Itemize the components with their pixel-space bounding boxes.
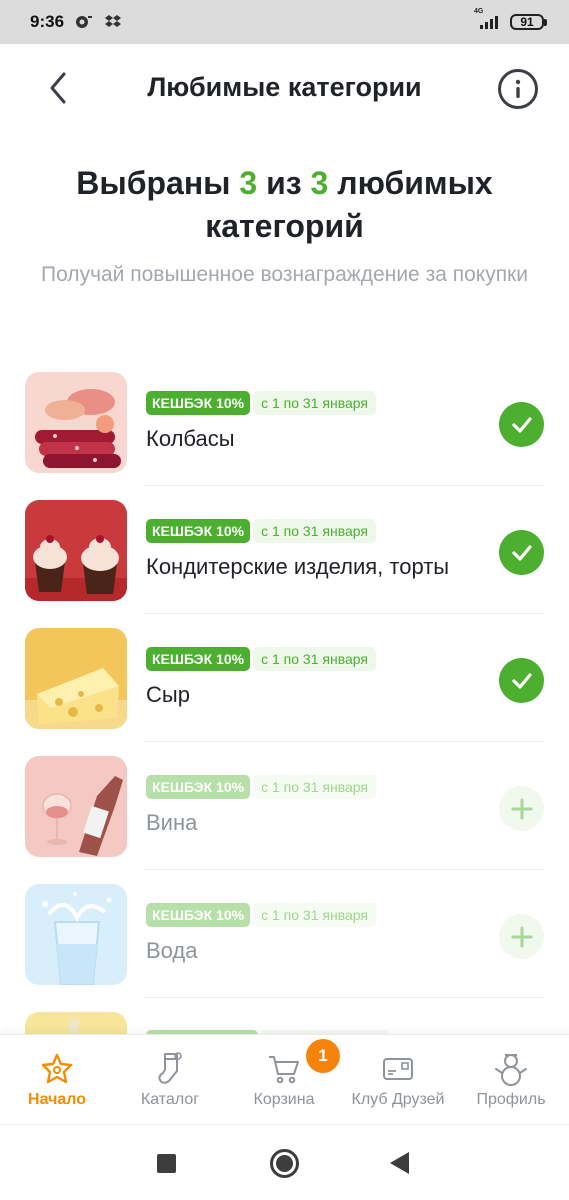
nav-label: Профиль (476, 1091, 546, 1108)
battery-icon: 91 (510, 14, 547, 30)
nav-catalog[interactable]: Каталог (130, 1035, 210, 1125)
bottom-navigation: Начало Каталог Корзина 1 Клуб Друзей Про… (0, 1034, 569, 1124)
star-home-icon (40, 1051, 74, 1087)
cashback-badge: КЕШБЭК 10% (146, 519, 251, 543)
cashback-period: с 1 по 31 января (253, 647, 376, 671)
cashback-badge: КЕШБЭК 10% (146, 391, 251, 415)
category-name: Вина (146, 810, 198, 835)
category-name: Вода (146, 938, 198, 963)
network-type: 4G (474, 8, 484, 15)
stocking-icon (155, 1051, 185, 1087)
heading-text: Выбраны (76, 165, 240, 201)
cashback-period: с 1 по 31 января (253, 391, 376, 415)
cashback-period: с 1 по 31 января (253, 775, 376, 799)
selected-count: 3 (239, 165, 258, 201)
cart-icon (267, 1051, 301, 1087)
selection-heading: Выбраны 3 из 3 любимых категорий (30, 162, 539, 248)
signal-icon: 4G (474, 8, 502, 30)
cashback-row: КЕШБЭК 10% с 1 по 31 января (146, 775, 376, 799)
selected-toggle-button[interactable] (499, 402, 544, 447)
plus-icon (511, 926, 532, 947)
nav-cart[interactable]: Корзина 1 (244, 1035, 340, 1125)
subheading: Получай повышенное вознаграждение за пок… (41, 263, 528, 286)
check-icon (511, 672, 532, 689)
nav-label: Начало (28, 1091, 86, 1108)
selected-toggle-button[interactable] (499, 658, 544, 703)
cashback-badge: КЕШБЭК 10% (146, 775, 251, 799)
card-icon (382, 1051, 414, 1087)
category-list: КЕШБЭК 10% с 1 по 31 января Колбасы КЕШБ… (0, 358, 569, 1058)
check-icon (511, 416, 532, 433)
app-header: Любимые категории (0, 44, 569, 134)
category-item[interactable]: КЕШБЭК 10% с 1 по 31 января Вина (0, 742, 569, 870)
category-item[interactable]: КЕШБЭК 10% с 1 по 31 января Колбасы (0, 358, 569, 486)
status-bar: 9:36 4G 91 (0, 0, 569, 44)
snowman-icon (494, 1051, 528, 1087)
cashback-row: КЕШБЭК 10% с 1 по 31 января (146, 903, 376, 927)
category-image-water (25, 884, 127, 985)
category-name: Сыр (146, 682, 190, 707)
cashback-badge: КЕШБЭК 10% (146, 647, 251, 671)
cashback-badge: КЕШБЭК 10% (146, 903, 251, 927)
dropbox-icon (104, 14, 122, 30)
category-image-cheese (25, 628, 127, 729)
nav-profile[interactable]: Профиль (470, 1035, 552, 1125)
nav-label: Корзина (253, 1091, 315, 1108)
cashback-row: КЕШБЭК 10% с 1 по 31 января (146, 519, 376, 543)
category-name: Колбасы (146, 426, 235, 451)
heading-text: из (257, 165, 311, 201)
category-item[interactable]: КЕШБЭК 10% с 1 по 31 января Кондитерские… (0, 486, 569, 614)
nav-label: Каталог (140, 1091, 200, 1108)
category-image-sausages (25, 372, 127, 473)
info-button[interactable] (498, 69, 538, 109)
total-count: 3 (310, 165, 329, 201)
home-button[interactable] (270, 1149, 299, 1178)
category-item[interactable]: КЕШБЭК 10% с 1 по 31 января Вода (0, 870, 569, 998)
add-category-button[interactable] (499, 914, 544, 959)
selected-toggle-button[interactable] (499, 530, 544, 575)
recent-apps-button[interactable] (157, 1154, 176, 1173)
notification-icon (74, 14, 94, 30)
check-icon (511, 544, 532, 561)
battery-level: 91 (510, 14, 544, 30)
nav-home[interactable]: Начало (18, 1035, 96, 1125)
cashback-row: КЕШБЭК 10% с 1 по 31 января (146, 647, 376, 671)
plus-icon (511, 798, 532, 819)
category-image-cupcakes (25, 500, 127, 601)
category-image-wine (25, 756, 127, 857)
system-back-button[interactable] (390, 1152, 409, 1174)
category-item[interactable]: КЕШБЭК 10% с 1 по 31 января Сыр (0, 614, 569, 742)
category-name: Кондитерские изделия, торты (146, 554, 450, 579)
nav-friends-club[interactable]: Клуб Друзей (344, 1035, 452, 1125)
system-navigation (0, 1124, 569, 1200)
cashback-period: с 1 по 31 января (253, 519, 376, 543)
add-category-button[interactable] (499, 786, 544, 831)
status-time: 9:36 (30, 12, 65, 31)
cashback-period: с 1 по 31 января (253, 903, 376, 927)
info-icon (515, 79, 521, 98)
cart-count-badge: 1 (306, 1039, 340, 1073)
page-title: Любимые категории (147, 72, 422, 102)
cashback-row: КЕШБЭК 10% с 1 по 31 января (146, 391, 376, 415)
nav-label: Клуб Друзей (351, 1091, 445, 1108)
